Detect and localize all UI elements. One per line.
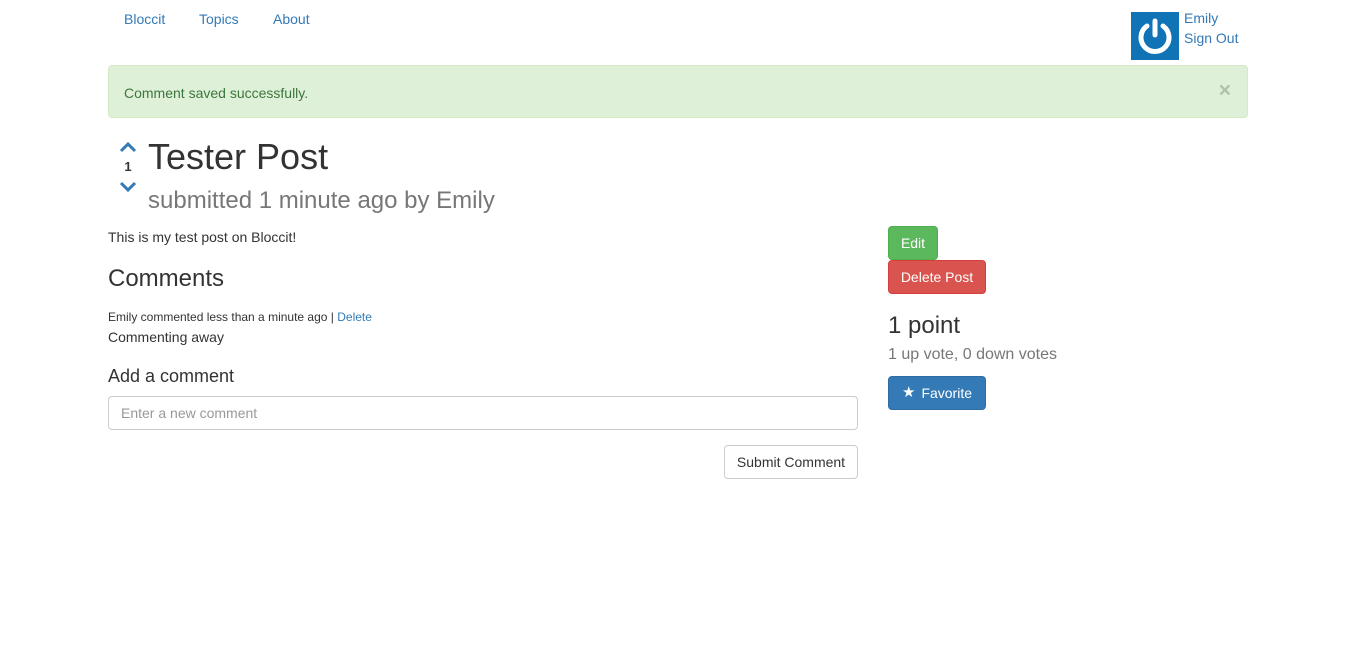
add-comment-heading: Add a comment bbox=[108, 366, 235, 386]
comment-meta: Emily commented less than a minute ago |… bbox=[108, 310, 372, 325]
success-alert: Comment saved successfully. × bbox=[108, 65, 1248, 118]
nav-link-bloccit[interactable]: Bloccit bbox=[124, 11, 165, 27]
post-subtitle: submitted 1 minute ago by Emily bbox=[148, 187, 495, 214]
favorite-label: Favorite bbox=[921, 385, 973, 401]
submit-comment-button[interactable]: Submit Comment bbox=[724, 445, 858, 479]
top-nav: Bloccit Topics About bbox=[108, 0, 1248, 60]
avatar bbox=[1131, 12, 1179, 60]
favorite-button[interactable]: ★ Favorite bbox=[888, 376, 986, 410]
nav-link-topics[interactable]: Topics bbox=[199, 11, 239, 27]
comment-input[interactable] bbox=[108, 396, 858, 430]
post-title: Tester Post bbox=[148, 136, 329, 177]
nav-link-about[interactable]: About bbox=[273, 11, 310, 27]
close-icon[interactable]: × bbox=[1219, 80, 1231, 101]
user-name-link[interactable]: Emily bbox=[1184, 10, 1218, 26]
alert-message: Comment saved successfully. bbox=[124, 85, 309, 101]
edit-button[interactable]: Edit bbox=[888, 226, 938, 260]
post-body: This is my test post on Bloccit! bbox=[108, 229, 297, 245]
vote-count: 1 bbox=[124, 159, 132, 174]
sign-out-link[interactable]: Sign Out bbox=[1184, 30, 1238, 46]
vote-down-icon[interactable] bbox=[119, 180, 137, 196]
points-heading: 1 point bbox=[888, 312, 961, 339]
vote-widget: 1 bbox=[116, 137, 140, 197]
comment-body: Commenting away bbox=[108, 329, 224, 345]
power-icon bbox=[1138, 18, 1172, 54]
delete-post-button[interactable]: Delete Post bbox=[888, 260, 986, 294]
votes-detail: 1 up vote, 0 down votes bbox=[888, 346, 1057, 363]
comment-author-time: Emily commented less than a minute ago | bbox=[108, 310, 334, 324]
delete-comment-link[interactable]: Delete bbox=[337, 310, 372, 324]
star-icon: ★ bbox=[901, 384, 916, 401]
vote-up-icon[interactable] bbox=[119, 140, 137, 156]
comments-heading: Comments bbox=[108, 265, 225, 292]
